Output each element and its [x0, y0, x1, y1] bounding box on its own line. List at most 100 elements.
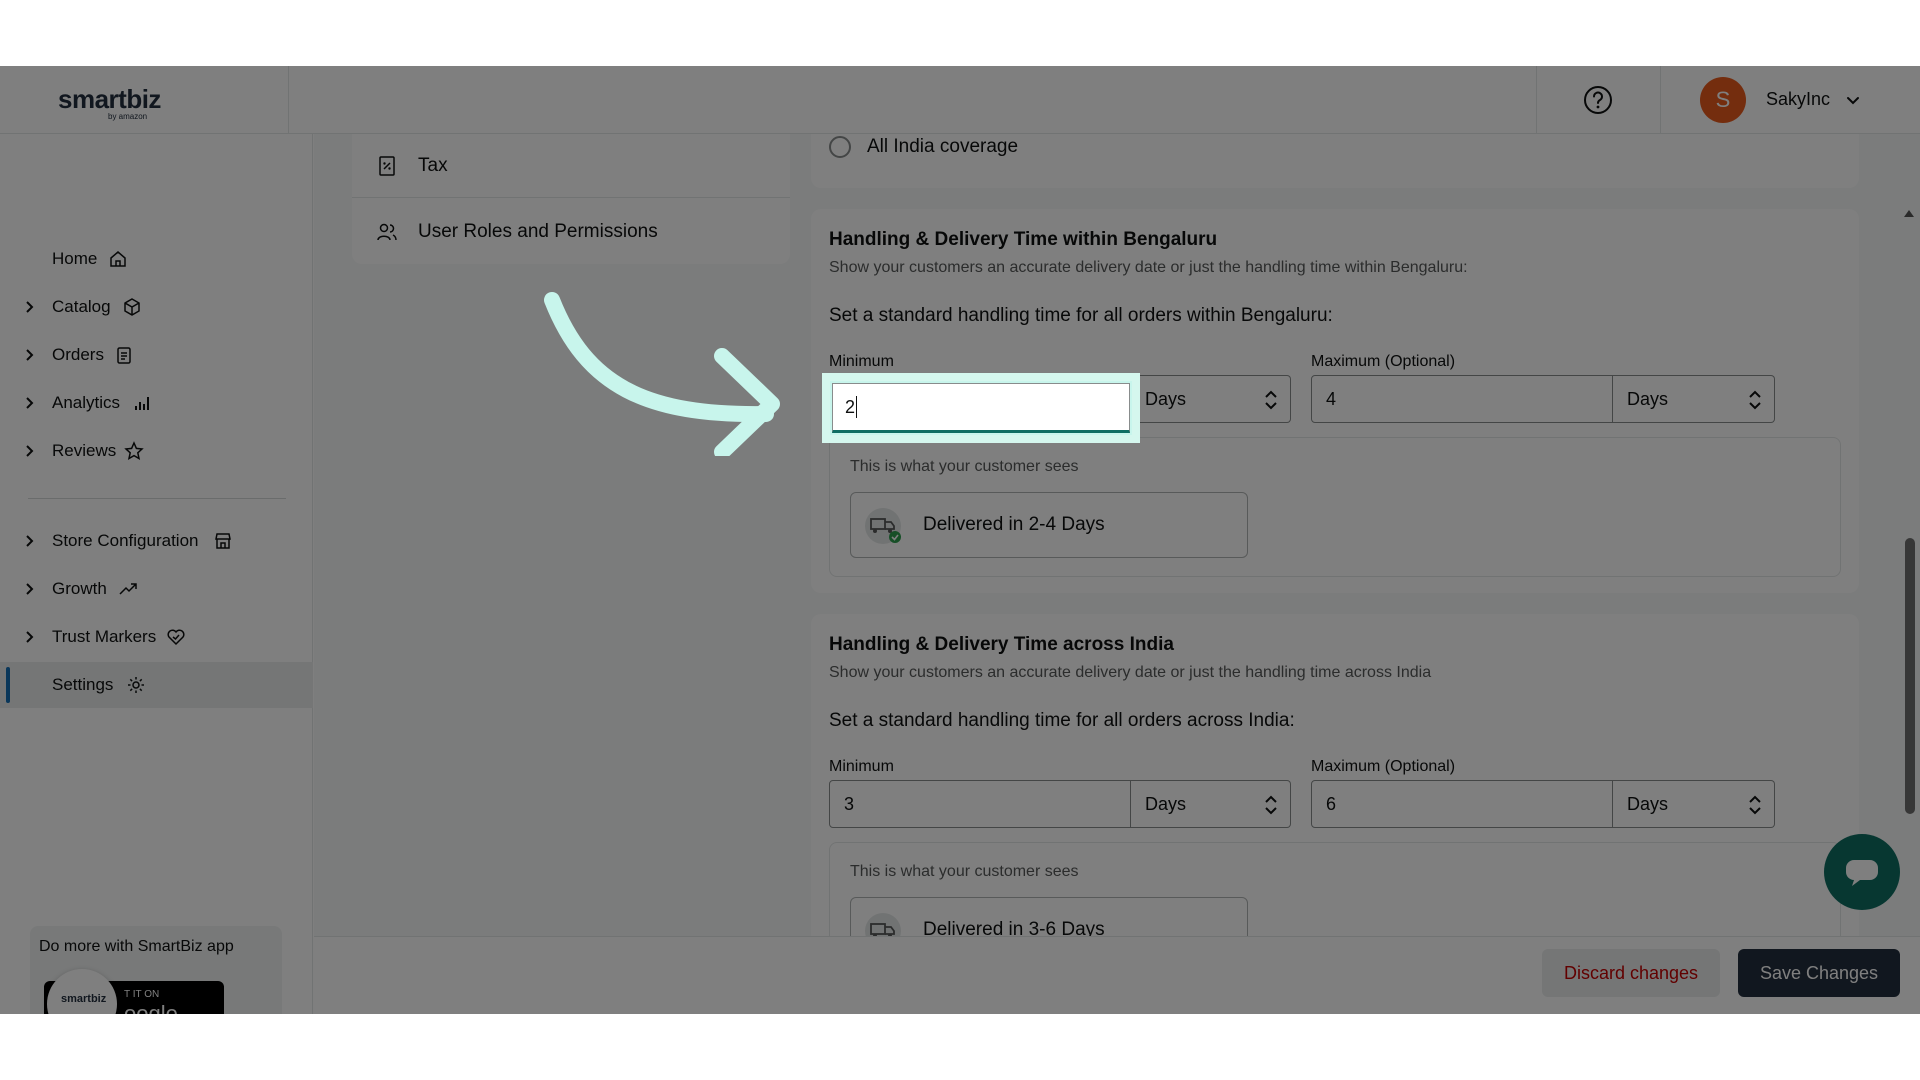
maximum-input[interactable]: 6	[1311, 780, 1613, 828]
box-icon	[124, 298, 140, 316]
sidebar-item-growth[interactable]: Growth	[0, 566, 313, 612]
sidebar-item-catalog[interactable]: Catalog	[0, 284, 313, 330]
app-window: smartbiz by amazon S SakyInc Home Catalo…	[0, 66, 1920, 1014]
coverage-option[interactable]: All India coverage	[829, 136, 1018, 158]
customer-preview: This is what your customer sees Delivere…	[829, 437, 1841, 577]
users-icon	[377, 223, 397, 241]
sidebar-item-label: Reviews	[52, 441, 117, 460]
section-description: Show your customers an accurate delivery…	[829, 259, 1468, 276]
chat-button[interactable]	[1824, 834, 1900, 910]
minimum-unit-select[interactable]: Days	[1131, 780, 1291, 828]
logo-text: smartbiz	[58, 84, 161, 114]
delivery-estimate-pill: Delivered in 2-4 Days	[850, 492, 1248, 558]
minimum-input[interactable]: 3	[829, 780, 1131, 828]
unit-value: Days	[1145, 388, 1187, 409]
bubble-logo-text: smartbiz	[61, 993, 107, 1005]
highlighted-field-frame: 2	[822, 373, 1140, 443]
chat-bubble-icon	[1846, 860, 1878, 886]
discard-changes-button[interactable]: Discard changes	[1542, 949, 1720, 997]
badge-big-text: oogle Play	[124, 1001, 178, 1014]
section-title: Handling & Delivery Time across India	[829, 634, 1174, 655]
sidebar-item-label: Orders	[52, 345, 104, 364]
radio-label: All India coverage	[867, 136, 1019, 157]
main-content: Tax User Roles and Permissions All India…	[314, 134, 1920, 982]
help-icon[interactable]	[1583, 85, 1613, 115]
logo-subtext: by amazon	[108, 112, 148, 121]
sidebar-item-settings[interactable]: Settings	[0, 662, 313, 708]
avatar[interactable]: S	[1700, 77, 1746, 123]
maximum-value: 4	[1326, 388, 1337, 409]
chevron-right-icon	[26, 583, 34, 595]
sidebar-item-label: Home	[52, 249, 98, 268]
maximum-unit-select[interactable]: Days	[1613, 780, 1775, 828]
sidebar-item-home[interactable]: Home	[0, 236, 313, 282]
header-divider	[1660, 66, 1661, 134]
preview-label: This is what your customer sees	[850, 458, 1079, 475]
gear-icon	[128, 677, 144, 693]
sidebar-item-label: Analytics	[52, 393, 121, 412]
smartbiz-logo[interactable]: smartbiz by amazon	[58, 84, 178, 121]
minimum-label: Minimum	[829, 758, 894, 775]
header-divider	[288, 66, 289, 134]
unit-value: Days	[1627, 388, 1669, 409]
updown-chevron-icon	[1749, 390, 1761, 410]
top-bar: smartbiz by amazon S SakyInc	[0, 66, 1920, 134]
chevron-right-icon	[26, 301, 34, 313]
sidebar-item-reviews[interactable]: Reviews	[0, 428, 313, 474]
updown-chevron-icon	[1265, 390, 1277, 410]
section-subtitle: Set a standard handling time for all ord…	[829, 305, 1333, 326]
chevron-right-icon	[26, 445, 34, 457]
trend-up-icon	[119, 583, 137, 595]
maximum-unit-select[interactable]: Days	[1613, 375, 1775, 423]
sidebar-item-store-configuration[interactable]: Store Configuration	[0, 518, 313, 564]
save-changes-button[interactable]: Save Changes	[1738, 949, 1900, 997]
delivery-truck-icon	[865, 508, 901, 544]
scroll-up-icon[interactable]	[1903, 208, 1915, 218]
section-description: Show your customers an accurate delivery…	[829, 664, 1432, 681]
sidebar-item-label: Catalog	[52, 297, 111, 316]
sidebar-item-orders[interactable]: Orders	[0, 332, 313, 378]
settings-item-label: User Roles and Permissions	[418, 221, 658, 242]
settings-item-user-roles[interactable]: User Roles and Permissions	[352, 200, 790, 264]
sidebar-divider	[28, 498, 286, 499]
text-caret	[856, 396, 858, 418]
tax-icon	[379, 155, 395, 176]
chevron-right-icon	[26, 349, 34, 361]
sidebar: Home Catalog Orders Analytics Reviews St…	[0, 134, 313, 1014]
home-icon	[110, 251, 126, 267]
sidebar-item-label: Store Configuration	[52, 531, 199, 550]
minimum-unit-select[interactable]: Days	[1131, 375, 1291, 423]
chevron-right-icon	[26, 631, 34, 643]
scrollbar-thumb[interactable]	[1905, 538, 1915, 814]
preview-label: This is what your customer sees	[850, 863, 1079, 880]
settings-item-label: Tax	[418, 154, 448, 176]
settings-item-tax[interactable]: Tax	[352, 134, 790, 198]
delivery-estimate-text: Delivered in 2-4 Days	[923, 514, 1105, 535]
settings-menu: Tax User Roles and Permissions	[352, 134, 790, 264]
sidebar-item-label: Growth	[52, 579, 107, 598]
coverage-panel: All India coverage	[811, 134, 1859, 188]
sidebar-item-trust-markers[interactable]: Trust Markers	[0, 614, 313, 660]
maximum-input[interactable]: 4	[1311, 375, 1613, 423]
vertical-scrollbar[interactable]	[1902, 208, 1916, 1008]
action-footer: Discard changes Save Changes	[314, 936, 1920, 1014]
sidebar-item-label: Trust Markers	[52, 627, 157, 646]
heart-badge-icon	[167, 629, 185, 646]
clipboard-icon	[117, 347, 131, 364]
sidebar-item-analytics[interactable]: Analytics	[0, 380, 313, 426]
india-delivery-panel: Handling & Delivery Time across India Sh…	[811, 614, 1859, 982]
bengaluru-minimum-input[interactable]: 2	[832, 383, 1130, 433]
store-icon	[215, 533, 231, 549]
promo-text: Do more with SmartBiz app	[39, 938, 234, 955]
bar-chart-icon	[135, 397, 149, 410]
account-name[interactable]: SakyInc	[1766, 89, 1830, 110]
radio-button[interactable]	[829, 136, 851, 158]
maximum-label: Maximum (Optional)	[1311, 758, 1456, 775]
chevron-right-icon	[26, 397, 34, 409]
section-subtitle: Set a standard handling time for all ord…	[829, 710, 1295, 731]
section-title: Handling & Delivery Time within Bengalur…	[829, 229, 1218, 250]
minimum-value: 3	[844, 793, 855, 814]
unit-value: Days	[1627, 793, 1669, 814]
chevron-down-icon[interactable]	[1844, 91, 1862, 109]
header-divider	[1536, 66, 1537, 134]
